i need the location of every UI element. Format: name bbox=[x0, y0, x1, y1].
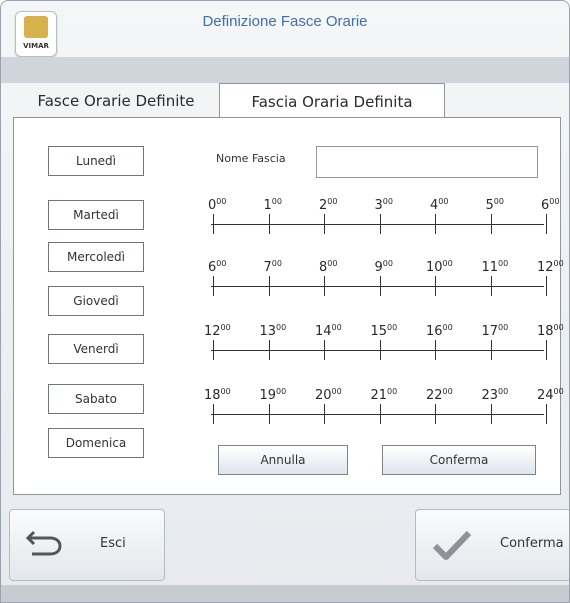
day-button-thursday[interactable]: Giovedì bbox=[48, 286, 144, 316]
hour-label: 1300 bbox=[259, 323, 287, 339]
hour-label: 2400 bbox=[537, 387, 564, 403]
hour-label: 1200 bbox=[537, 259, 564, 275]
day-button-sunday[interactable]: Domenica bbox=[48, 428, 144, 458]
hour-tick bbox=[213, 214, 214, 234]
hour-tick bbox=[379, 214, 381, 234]
exit-button[interactable]: Esci bbox=[9, 509, 165, 581]
back-arrow-icon bbox=[25, 530, 62, 556]
hour-tick bbox=[379, 276, 381, 296]
hour-label: 1600 bbox=[426, 323, 453, 339]
hour-tick bbox=[435, 214, 436, 234]
hour-label: 1700 bbox=[481, 323, 509, 339]
hour-tick bbox=[490, 404, 492, 424]
hour-label: 2100 bbox=[370, 387, 398, 403]
timeline-track bbox=[211, 414, 544, 415]
day-button-saturday[interactable]: Sabato bbox=[48, 384, 144, 414]
hour-tick bbox=[268, 214, 270, 234]
hour-tick bbox=[268, 276, 270, 296]
hour-tick bbox=[435, 340, 436, 360]
timeline-track bbox=[211, 224, 544, 225]
timeline-track bbox=[211, 286, 544, 287]
hour-tick bbox=[435, 404, 436, 424]
hour-label: 2200 bbox=[426, 387, 453, 403]
hour-label: 700 bbox=[263, 259, 282, 275]
cancel-button[interactable]: Annulla bbox=[218, 445, 348, 475]
hour-tick bbox=[546, 340, 547, 360]
hour-tick bbox=[324, 214, 325, 234]
exit-label: Esci bbox=[100, 536, 126, 551]
hour-label: 1000 bbox=[426, 259, 453, 275]
hour-label: 400 bbox=[430, 197, 449, 213]
timeline-row[interactable]: 1800 1900 2000 2100 2200 2300 2400 bbox=[204, 387, 564, 432]
hour-label: 900 bbox=[374, 259, 393, 275]
hour-label: 1400 bbox=[315, 323, 342, 339]
hour-label: 600 bbox=[541, 197, 560, 213]
hour-label: 1900 bbox=[259, 387, 287, 403]
tab-fascia-oraria-definita[interactable]: Fascia Oraria Definita bbox=[219, 83, 445, 118]
status-bar bbox=[1, 585, 569, 602]
window-title: Definizione Fasce Orarie bbox=[202, 13, 368, 30]
tab-panel: Lunedì Martedì Mercoledì Giovedì Venerdì… bbox=[13, 117, 564, 495]
hour-tick bbox=[213, 340, 214, 360]
hour-tick bbox=[268, 404, 270, 424]
header-stripe bbox=[1, 57, 569, 83]
logo-text: VIMAR bbox=[23, 42, 49, 50]
name-input[interactable] bbox=[316, 146, 538, 178]
hour-tick bbox=[546, 214, 547, 234]
name-label: Nome Fascia bbox=[216, 152, 286, 165]
hour-label: 2000 bbox=[315, 387, 342, 403]
hour-tick bbox=[490, 340, 492, 360]
footer-bar: Esci Conferma bbox=[1, 509, 569, 581]
timeline-row[interactable]: 000 100 200 300 400 500 600 bbox=[204, 197, 559, 242]
hour-label: 500 bbox=[485, 197, 504, 213]
hour-tick bbox=[546, 276, 547, 296]
hour-tick bbox=[324, 276, 325, 296]
timeline-row[interactable]: 600 700 800 900 1000 1100 1200 bbox=[204, 259, 564, 304]
hour-label: 1100 bbox=[481, 259, 509, 275]
hour-label: 2300 bbox=[481, 387, 509, 403]
hour-label: 000 bbox=[208, 197, 227, 213]
tab-fasce-orarie-definite[interactable]: Fasce Orarie Definite bbox=[13, 83, 219, 117]
timeline-track bbox=[211, 350, 544, 351]
day-button-wednesday[interactable]: Mercoledì bbox=[48, 242, 144, 272]
hour-tick bbox=[213, 276, 214, 296]
hour-label: 300 bbox=[374, 197, 393, 213]
hour-label: 1800 bbox=[204, 387, 231, 403]
hour-tick bbox=[379, 404, 381, 424]
hour-tick bbox=[213, 404, 214, 424]
hour-label: 200 bbox=[319, 197, 338, 213]
hour-label: 600 bbox=[208, 259, 227, 275]
hour-label: 1500 bbox=[370, 323, 398, 339]
hour-tick bbox=[324, 404, 325, 424]
timeline-row[interactable]: 1200 1300 1400 1500 1600 1700 1800 bbox=[204, 323, 564, 368]
footer-confirm-label: Conferma bbox=[500, 536, 564, 551]
checkmark-icon bbox=[432, 530, 472, 560]
hour-tick bbox=[324, 340, 325, 360]
hour-label: 1200 bbox=[204, 323, 231, 339]
hour-tick bbox=[379, 340, 381, 360]
hour-tick bbox=[546, 404, 547, 424]
hour-tick bbox=[490, 276, 492, 296]
hour-tick bbox=[490, 214, 492, 234]
day-button-monday[interactable]: Lunedì bbox=[48, 146, 144, 176]
hour-label: 800 bbox=[319, 259, 338, 275]
hour-tick bbox=[435, 276, 436, 296]
title-bar: VIMAR Definizione Fasce Orarie bbox=[1, 1, 569, 57]
confirm-button[interactable]: Conferma bbox=[382, 445, 536, 475]
day-button-tuesday[interactable]: Martedì bbox=[48, 200, 144, 230]
hour-tick bbox=[268, 340, 270, 360]
footer-confirm-button[interactable]: Conferma bbox=[415, 509, 569, 581]
hour-label: 1800 bbox=[537, 323, 564, 339]
day-button-friday[interactable]: Venerdì bbox=[48, 334, 144, 364]
hour-label: 100 bbox=[263, 197, 282, 213]
app-window: VIMAR Definizione Fasce Orarie Fasce Ora… bbox=[0, 0, 570, 603]
